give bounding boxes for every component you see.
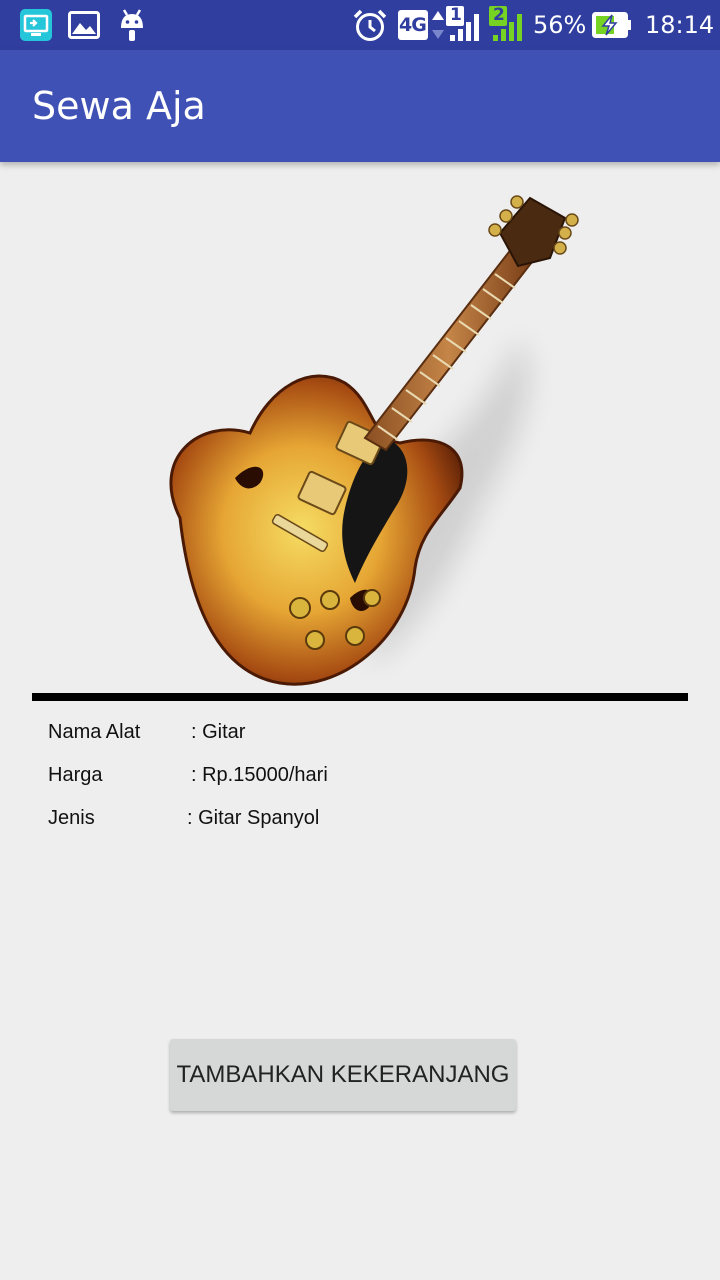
- status-bar: 4G 1 2 56% 18:14: [0, 0, 720, 50]
- battery-percent: 56%: [533, 11, 587, 39]
- signal-sim1-icon: 1: [446, 5, 482, 42]
- price-value: : Rp.15000/hari: [191, 764, 328, 786]
- android-debug-icon: [121, 9, 143, 41]
- signal-sim2-icon: 2: [489, 5, 525, 42]
- app-bar: Sewa Aja: [0, 50, 720, 162]
- clock: 18:14: [645, 11, 715, 39]
- app-title: Sewa Aja: [32, 84, 206, 128]
- name-value: : Gitar: [191, 721, 246, 743]
- price-label: Harga: [48, 764, 103, 786]
- guitar-image: [169, 195, 579, 686]
- battery-charging-icon: [592, 12, 631, 38]
- divider: [32, 693, 688, 701]
- network-type-label: 4G: [399, 14, 427, 36]
- type-value: : Gitar Spanyol: [187, 807, 320, 829]
- type-label: Jenis: [48, 807, 95, 829]
- screen-mirror-icon: [20, 9, 52, 41]
- network-4g-icon: 4G: [398, 10, 428, 40]
- name-label: Nama Alat: [48, 721, 141, 743]
- alarm-icon: [353, 9, 387, 41]
- data-activity-icon: [432, 11, 444, 39]
- add-to-cart-button[interactable]: TAMBAHKAN KEKERANJANG: [170, 1039, 516, 1111]
- gallery-icon: [68, 11, 100, 39]
